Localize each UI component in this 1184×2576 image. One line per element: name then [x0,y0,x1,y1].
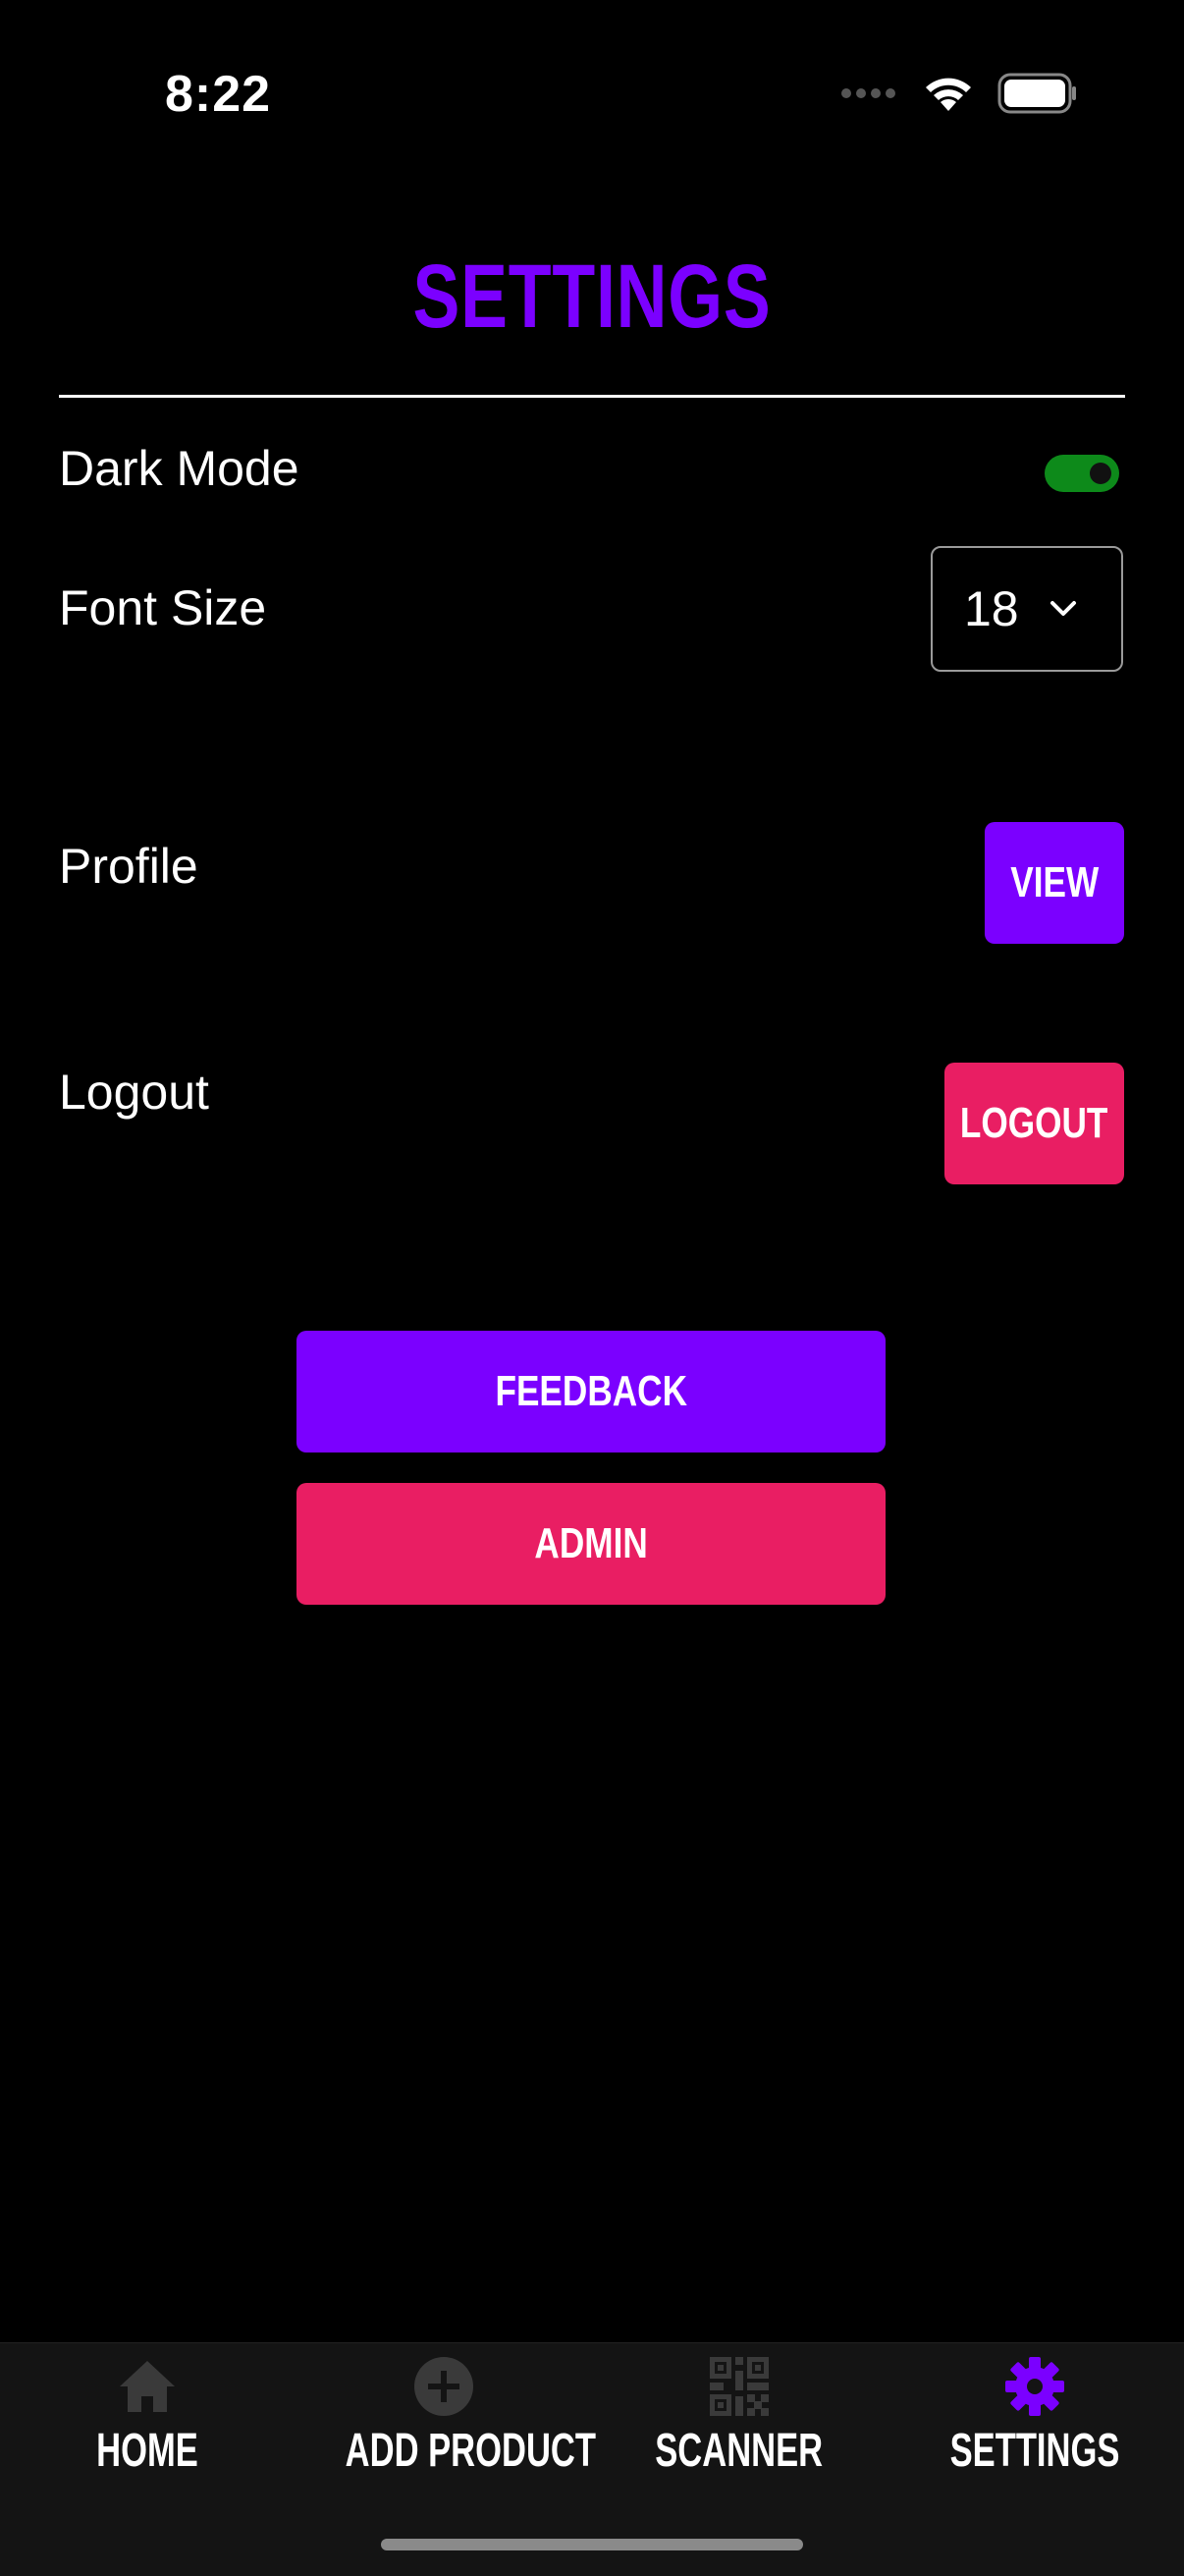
status-bar: 8:22 [0,0,1184,196]
feedback-button-label: FEEDBACK [495,1367,687,1415]
toggle-knob [1090,463,1111,484]
battery-icon [997,73,1078,119]
profile-label: Profile [59,839,198,894]
logout-label: Logout [59,1065,209,1120]
gear-icon [1003,2355,1066,2418]
view-profile-button-label: VIEW [1010,858,1099,906]
dark-mode-toggle[interactable] [1045,455,1119,492]
tab-settings-label: SETTINGS [949,2425,1120,2477]
font-size-select[interactable]: 18 [931,546,1123,672]
page-title: SETTINGS [412,247,772,347]
tab-settings[interactable]: SETTINGS [888,2343,1182,2520]
tab-add-product-label: ADD PRODUCT [345,2425,597,2477]
tab-home-label: HOME [96,2425,198,2477]
tab-home[interactable]: HOME [0,2343,295,2520]
admin-button[interactable]: ADMIN [296,1483,886,1605]
logout-button[interactable]: LOGOUT [944,1063,1124,1184]
qr-code-icon [708,2355,771,2418]
tab-scanner-label: SCANNER [655,2425,824,2477]
add-circle-icon [412,2355,475,2418]
feedback-button[interactable]: FEEDBACK [296,1331,886,1452]
font-size-label: Font Size [59,580,267,635]
tab-scanner[interactable]: SCANNER [592,2343,887,2520]
admin-button-label: ADMIN [534,1519,648,1567]
home-icon [116,2355,179,2418]
font-size-value: 18 [964,581,1019,636]
view-profile-button[interactable]: VIEW [985,822,1124,944]
title-divider [59,395,1125,398]
status-icons [840,71,1078,120]
signal-dots-icon [840,86,899,104]
logout-button-label: LOGOUT [960,1099,1108,1147]
chevron-down-icon [1049,599,1078,624]
dark-mode-label: Dark Mode [59,441,299,496]
wifi-icon [923,74,974,118]
status-time: 8:22 [165,66,272,123]
home-indicator [381,2539,803,2550]
tab-add-product[interactable]: ADD PRODUCT [296,2343,596,2520]
